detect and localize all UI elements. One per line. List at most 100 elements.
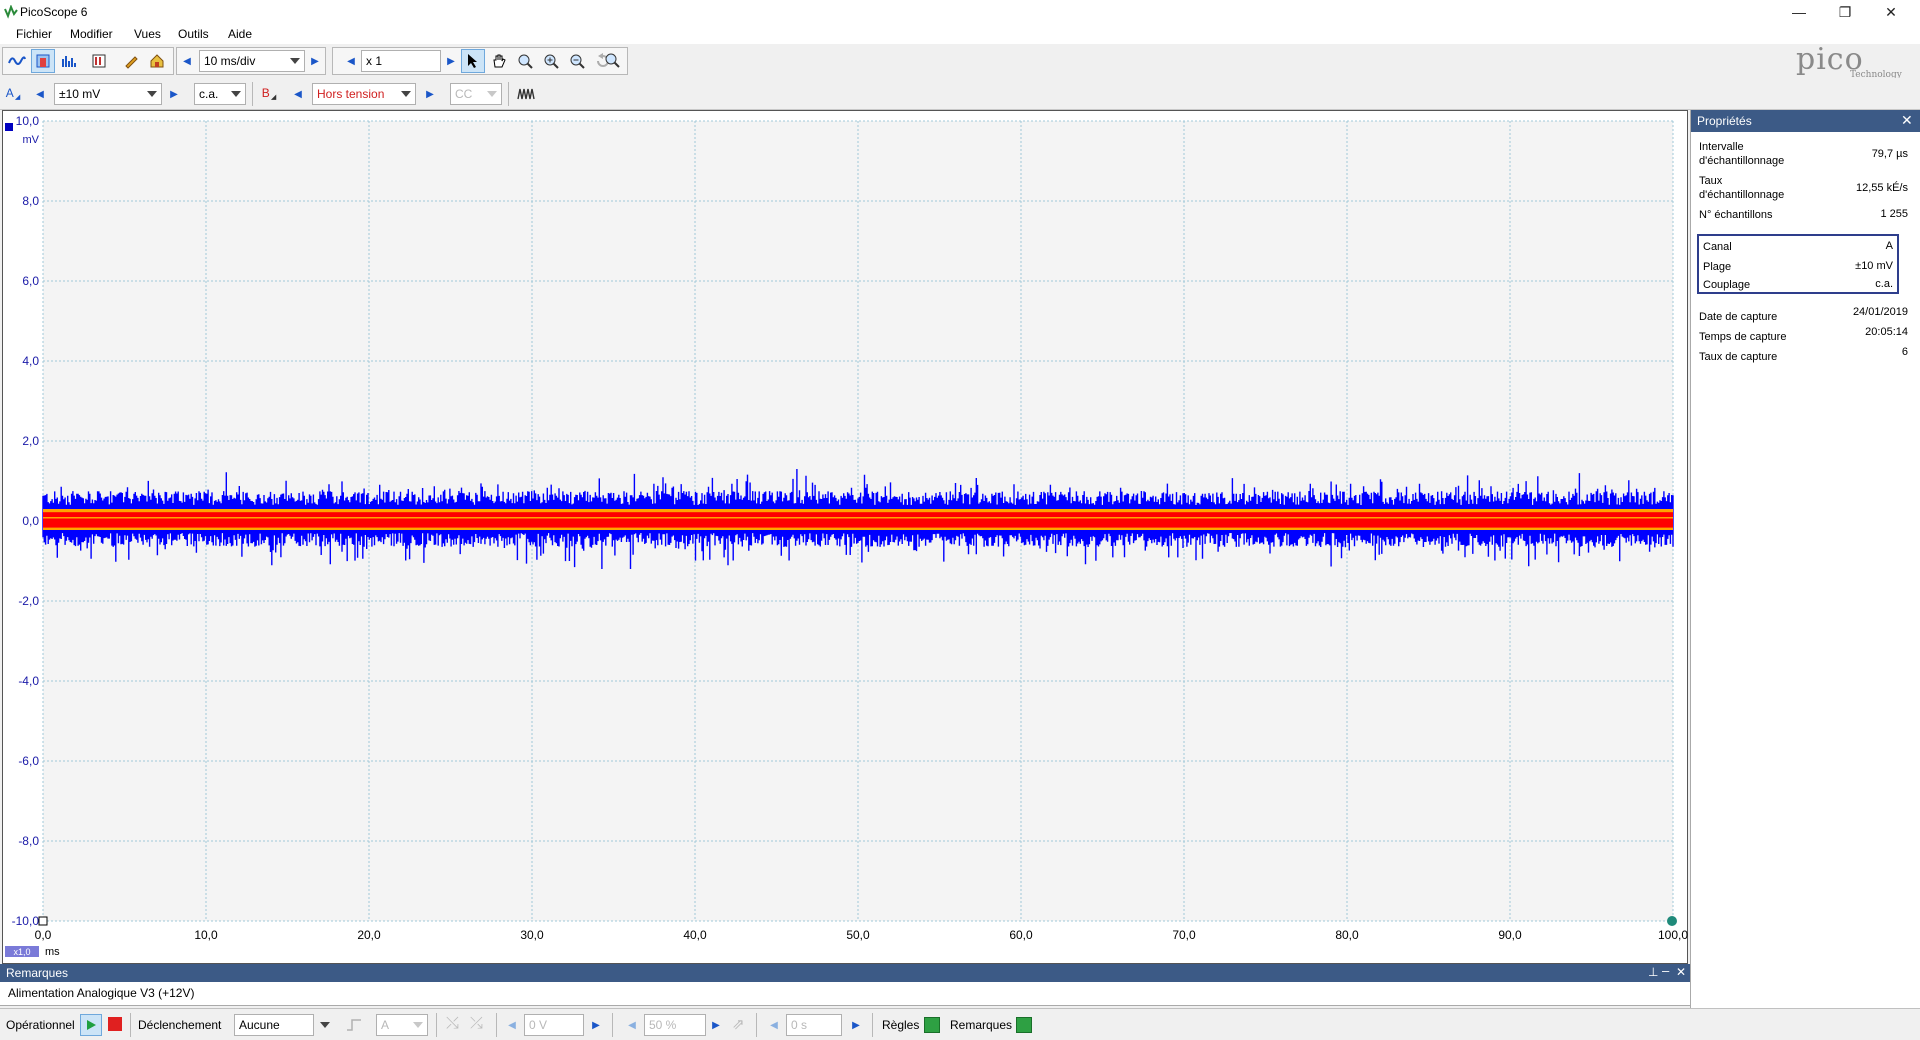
channel-a-coupling-select[interactable]: c.a. — [194, 83, 246, 105]
pin-icon[interactable]: ⊥ — [1648, 965, 1658, 979]
stop-icon[interactable] — [108, 1017, 122, 1031]
rising-edge-icon[interactable]: ⤯ — [446, 1015, 459, 1033]
channel-a-label: A — [5, 86, 14, 100]
channel-toolbar: A ◢ ◀ ±10 mV ▶ c.a. B ◢ ◀ Hors tension ▶ C… — [0, 78, 1920, 110]
y-axis-unit: mV — [23, 134, 40, 146]
signal-generator-button[interactable] — [514, 82, 538, 106]
x-tick-label: 80,0 — [1335, 928, 1359, 942]
x-tick-label: 10,0 — [194, 928, 218, 942]
pretrigger-icon[interactable]: ⇗ — [732, 1015, 745, 1033]
pretrigger-value: 50 % — [649, 1018, 677, 1032]
prop-label: Taux d'échantillonnage — [1699, 175, 1785, 201]
threshold-next-button[interactable]: ▶ — [588, 1013, 604, 1037]
prop-label: Canal — [1703, 241, 1732, 253]
prop-label: Date de capture — [1699, 311, 1778, 323]
scope-mode-button[interactable] — [5, 49, 29, 73]
chevron-down-icon — [147, 91, 157, 97]
prop-label: Intervalle d'échantillonnage — [1699, 141, 1785, 167]
scope-plot[interactable]: 10,0 8,0 6,0 4,0 2,0 0,0 -2,0 -4,0 -6,0 -8,0 -10,0… — [3, 111, 1689, 965]
channel-a-options-button[interactable]: A ◢ — [2, 82, 24, 104]
origin-marker[interactable] — [38, 916, 48, 926]
x-tick-label: 100,0 — [1658, 928, 1688, 942]
pretrigger-input[interactable]: 50 % — [644, 1014, 706, 1036]
status-bar: Opérationnel Déclenchement Aucune A ⤯ ⤰ … — [0, 1008, 1920, 1040]
probe-button[interactable] — [119, 49, 143, 73]
prop-value-capture-date: 24/01/2019 — [1852, 306, 1908, 318]
delay-prev-button[interactable]: ◀ — [766, 1013, 782, 1037]
separator — [508, 82, 509, 106]
channel-b-range-prev-button[interactable]: ◀ — [290, 82, 306, 106]
title-bar: PicoScope 6 — ❐ ✕ — [0, 0, 1920, 24]
y-axis-ticks: 10,0 8,0 6,0 4,0 2,0 0,0 -2,0 -4,0 -6,0 -8,0 -10,0 — [12, 114, 40, 928]
falling-edge-icon[interactable]: ⤰ — [470, 1015, 483, 1033]
ruler-handle[interactable] — [1667, 916, 1677, 926]
close-icon[interactable]: ✕ — [1676, 965, 1686, 979]
channel-a-range-prev-button[interactable]: ◀ — [32, 82, 48, 106]
start-button[interactable] — [80, 1014, 102, 1036]
chevron-down-icon — [487, 91, 497, 97]
zoom-factor-prev-button[interactable]: ◀ — [343, 49, 359, 73]
trigger-mode-dropdown[interactable] — [314, 1014, 336, 1036]
trigger-source-select[interactable]: A — [376, 1014, 428, 1036]
advanced-trigger-button[interactable] — [342, 1013, 366, 1037]
y-tick-label: -2,0 — [18, 594, 39, 608]
zoom-factor-next-button[interactable]: ▶ — [443, 49, 459, 73]
zoom-factor-input[interactable]: x 1 — [361, 50, 441, 72]
view-mode-group — [2, 47, 174, 75]
spectrum-mode-button[interactable] — [57, 49, 81, 73]
menu-bar: Fichier Modifier Vues Outils Aide — [0, 24, 1920, 44]
menu-modifier[interactable]: Modifier — [70, 27, 113, 41]
menu-outils[interactable]: Outils — [178, 27, 209, 41]
channel-a-range-next-button[interactable]: ▶ — [166, 82, 182, 106]
home-button[interactable] — [145, 49, 169, 73]
notes-add-button[interactable] — [1016, 1017, 1032, 1033]
close-button[interactable]: ✕ — [1868, 0, 1914, 24]
threshold-prev-button[interactable]: ◀ — [504, 1013, 520, 1037]
channel-b-coupling-select[interactable]: CC — [450, 83, 502, 105]
properties-header: Propriétés ✕ — [1691, 110, 1920, 132]
remarks-body[interactable]: Alimentation Analogique V3 (+12V) — [0, 982, 1690, 1006]
pretrigger-prev-button[interactable]: ◀ — [624, 1013, 640, 1037]
rules-add-button[interactable] — [924, 1017, 940, 1033]
scope-view[interactable]: 10,0 8,0 6,0 4,0 2,0 0,0 -2,0 -4,0 -6,0 -8,0 -10,0… — [2, 110, 1688, 964]
signal-generator-icon — [517, 88, 535, 100]
separator — [130, 1013, 131, 1037]
timebase-next-button[interactable]: ▶ — [307, 49, 323, 73]
channel-b-range-select[interactable]: Hors tension — [312, 83, 416, 105]
minimize-icon[interactable]: – — [1662, 963, 1669, 978]
minimize-button[interactable]: — — [1776, 0, 1822, 24]
persistence-mode-button[interactable] — [31, 49, 55, 73]
probe-icon — [125, 56, 138, 69]
zoom-overview-button[interactable] — [600, 48, 624, 72]
select-tool-button[interactable] — [461, 49, 485, 73]
y-tick-label: -8,0 — [18, 834, 39, 848]
delay-next-button[interactable]: ▶ — [848, 1013, 864, 1037]
zoom-region-button[interactable] — [513, 49, 537, 73]
measurements-button[interactable] — [87, 49, 111, 73]
trigger-label: Déclenchement — [138, 1018, 222, 1032]
restore-button[interactable]: ❐ — [1822, 0, 1868, 24]
hand-tool-button[interactable] — [487, 49, 511, 73]
y-tick-label: -6,0 — [18, 754, 39, 768]
timebase-prev-button[interactable]: ◀ — [179, 49, 195, 73]
trigger-mode-select[interactable]: Aucune — [234, 1014, 314, 1036]
pretrigger-next-button[interactable]: ▶ — [708, 1013, 724, 1037]
close-icon[interactable]: ✕ — [1901, 112, 1913, 129]
x-tick-label: 40,0 — [683, 928, 707, 942]
timebase-select[interactable]: 10 ms/div — [199, 50, 305, 72]
zoom-in-button[interactable] — [539, 49, 563, 73]
chevron-down-icon — [401, 91, 411, 97]
menu-vues[interactable]: Vues — [134, 27, 161, 41]
zoom-out-button[interactable] — [565, 49, 589, 73]
channel-b-options-button[interactable]: B ◢ — [258, 82, 280, 104]
channel-a-coupling-value: c.a. — [199, 87, 219, 101]
menu-aide[interactable]: Aide — [228, 27, 252, 41]
menu-fichier[interactable]: Fichier — [16, 27, 52, 41]
channel-a-range-select[interactable]: ±10 mV — [54, 83, 162, 105]
run-mode-label: Opérationnel — [6, 1018, 75, 1032]
delay-input[interactable]: 0 s — [786, 1014, 842, 1036]
threshold-input[interactable]: 0 V — [524, 1014, 584, 1036]
main-toolbar: ◀ 10 ms/div ▶ ◀ x 1 ▶ pico Technology — [0, 42, 1920, 80]
channel-b-range-next-button[interactable]: ▶ — [422, 82, 438, 106]
prop-value-sample-rate: 12,55 kÉ/s — [1856, 182, 1908, 194]
